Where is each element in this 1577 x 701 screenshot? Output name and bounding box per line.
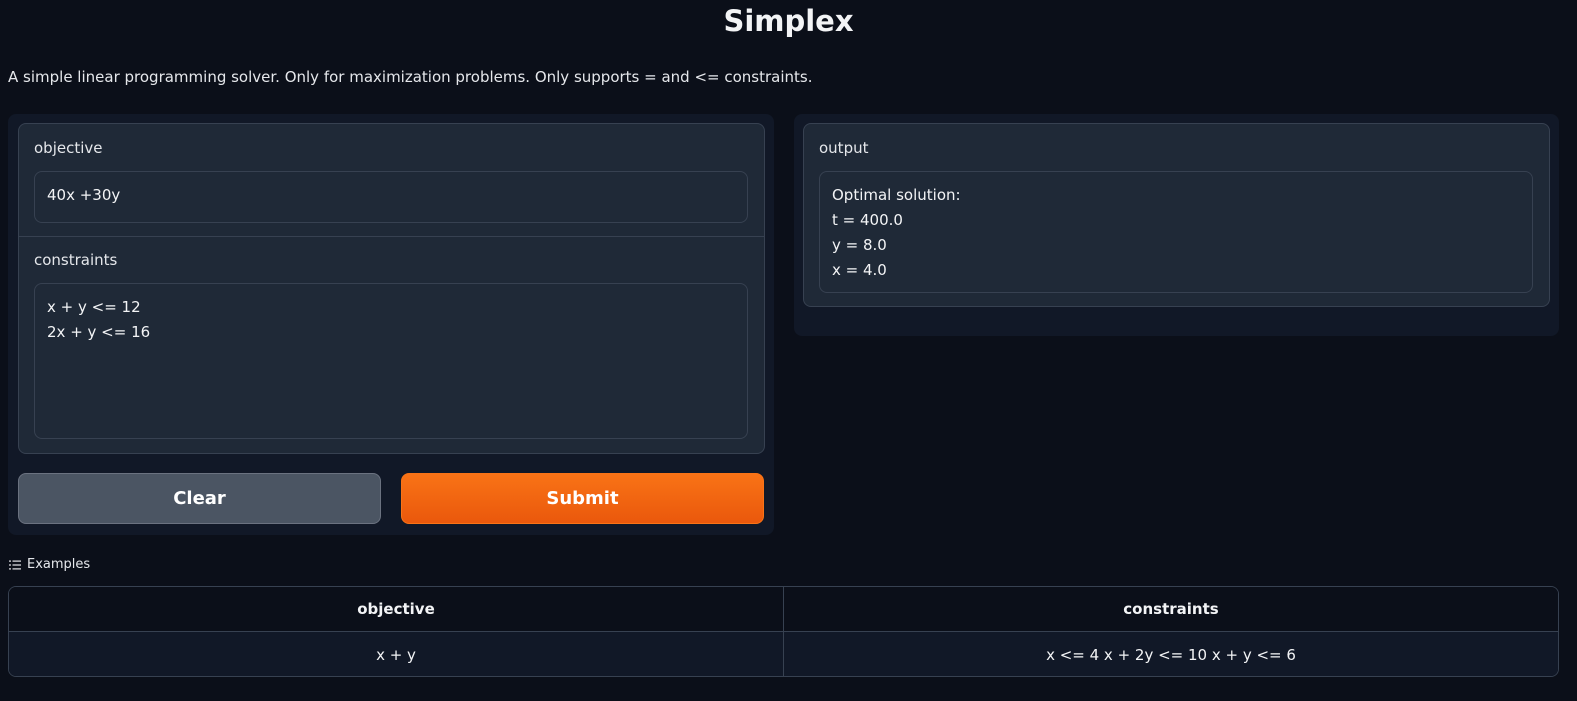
column-header-objective: objective: [357, 600, 435, 618]
constraints-label: constraints: [34, 251, 118, 269]
table-row[interactable]: x + y x <= 4 x + 2y <= 10 x + y <= 6: [9, 632, 1558, 676]
page-title: Simplex: [723, 4, 854, 38]
output-group: output Optimal solution: t = 400.0 y = 8…: [803, 123, 1550, 307]
examples-table: objective constraints x + y x <= 4 x + 2…: [8, 586, 1559, 677]
column-header-constraints: constraints: [783, 587, 1558, 631]
output-panel: output Optimal solution: t = 400.0 y = 8…: [794, 114, 1559, 336]
examples-header: Examples: [9, 557, 90, 572]
output-label: output: [819, 139, 869, 157]
examples-label: Examples: [27, 557, 91, 572]
page-description: A simple linear programming solver. Only…: [8, 68, 813, 86]
constraints-textarea[interactable]: x + y <= 12 2x + y <= 16: [34, 283, 748, 439]
divider: [19, 236, 764, 237]
objective-label: objective: [34, 139, 103, 157]
clear-button[interactable]: Clear: [18, 473, 381, 524]
table-header-row: objective constraints: [9, 587, 1558, 632]
output-textbox[interactable]: Optimal solution: t = 400.0 y = 8.0 x = …: [819, 171, 1533, 293]
submit-button[interactable]: Submit: [401, 473, 764, 524]
example-constraints-cell[interactable]: x <= 4 x + 2y <= 10 x + y <= 6: [783, 632, 1558, 676]
objective-input[interactable]: 40x +30y: [34, 171, 748, 223]
example-objective-cell[interactable]: x + y: [9, 632, 783, 676]
input-group: objective 40x +30y constraints x + y <= …: [18, 123, 765, 454]
list-icon: [9, 560, 21, 569]
input-panel: objective 40x +30y constraints x + y <= …: [8, 114, 774, 535]
